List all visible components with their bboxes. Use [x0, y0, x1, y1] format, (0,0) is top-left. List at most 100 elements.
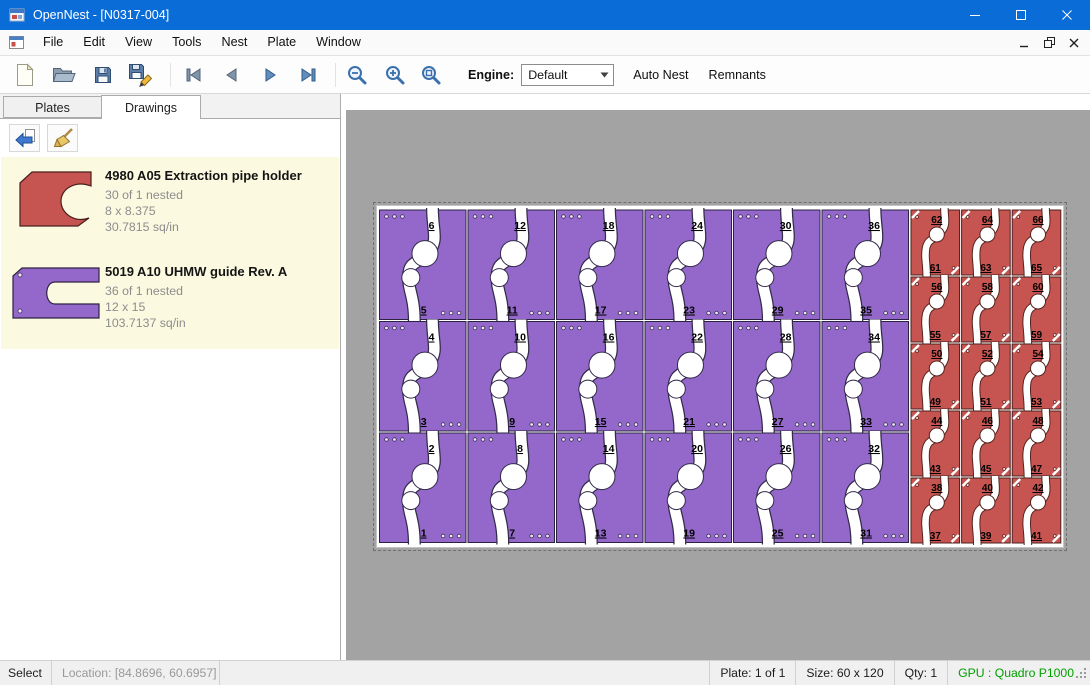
nest-cell-red[interactable]: 44 43 — [911, 409, 960, 478]
combo-dropdown-button[interactable] — [596, 65, 613, 85]
part-number[interactable]: 45 — [980, 464, 992, 475]
part-number[interactable]: 58 — [982, 282, 994, 293]
resize-grip[interactable] — [1076, 668, 1088, 683]
part-number[interactable]: 63 — [980, 263, 992, 274]
open-button[interactable] — [47, 59, 81, 91]
nest-cell-red[interactable]: 62 61 — [911, 208, 960, 277]
part-number[interactable]: 30 — [780, 220, 792, 232]
go-next-button[interactable] — [253, 59, 287, 91]
nest-cell-purple[interactable]: 30 29 — [734, 208, 821, 322]
zoom-out-button[interactable] — [340, 59, 374, 91]
nest-cell-purple[interactable]: 2019 — [645, 431, 732, 545]
nest-cell-purple[interactable]: 21 — [380, 431, 467, 545]
nest-cell-red[interactable]: 38 37 — [911, 476, 960, 545]
save-as-button[interactable] — [124, 59, 158, 91]
nest-cell-purple[interactable]: 1817 — [557, 208, 644, 322]
nest-cell-red[interactable]: 5049 — [911, 342, 960, 411]
part-number[interactable]: 15 — [595, 416, 607, 428]
part-number[interactable]: 53 — [1031, 397, 1043, 408]
part-number[interactable]: 36 — [868, 220, 880, 232]
new-button[interactable] — [8, 59, 42, 91]
part-number[interactable]: 31 — [860, 528, 872, 540]
go-last-button[interactable] — [291, 59, 325, 91]
part-number[interactable]: 64 — [982, 215, 994, 226]
part-number[interactable]: 22 — [691, 332, 703, 344]
nest-cell-red[interactable]: 54 53 — [1012, 342, 1061, 411]
part-number[interactable]: 57 — [980, 330, 992, 341]
nest-cell-red[interactable]: 64 63 — [962, 208, 1011, 277]
part-number[interactable]: 14 — [603, 443, 615, 455]
nest-cell-purple[interactable]: 32 31 — [822, 431, 909, 545]
part-number[interactable]: 17 — [595, 305, 607, 317]
part-number[interactable]: 16 — [603, 332, 615, 344]
part-number[interactable]: 39 — [980, 531, 992, 542]
menu-plate[interactable]: Plate — [257, 30, 306, 55]
plate[interactable]: 6512111817242330293635431091615222128273… — [376, 205, 1064, 548]
part-number[interactable]: 32 — [868, 443, 880, 455]
nest-cell-purple[interactable]: 87 — [468, 431, 555, 545]
part-number[interactable]: 27 — [772, 416, 784, 428]
go-previous-button[interactable] — [215, 59, 249, 91]
part-number[interactable]: 11 — [507, 305, 518, 317]
zoom-extents-button[interactable] — [414, 59, 448, 91]
part-number[interactable]: 10 — [514, 332, 526, 344]
nest-cell-purple[interactable]: 43 — [380, 320, 467, 434]
nest-cell-red[interactable]: 6665 — [1012, 208, 1061, 277]
nest-cell-red[interactable]: 4847 — [1012, 409, 1061, 478]
part-number[interactable]: 46 — [982, 416, 994, 427]
nest-cell-red[interactable]: 40 39 — [962, 476, 1011, 545]
part-number[interactable]: 38 — [931, 483, 943, 494]
nest-cell-red[interactable]: 4241 — [1012, 476, 1061, 545]
import-parts-button[interactable] — [9, 124, 40, 152]
part-number[interactable]: 65 — [1031, 263, 1043, 274]
part-number[interactable]: 62 — [931, 215, 943, 226]
nest-cell-purple[interactable]: 1211 — [468, 208, 555, 322]
tab-plates[interactable]: Plates — [3, 96, 102, 118]
mdi-restore-button[interactable] — [1038, 33, 1060, 53]
part-number[interactable]: 35 — [860, 305, 872, 317]
nest-cell-purple[interactable]: 2221 — [645, 320, 732, 434]
nest-cell-purple[interactable]: 3433 — [822, 320, 909, 434]
mdi-minimize-button[interactable] — [1013, 33, 1035, 53]
engine-combobox[interactable]: Default — [521, 64, 614, 86]
part-number[interactable]: 7 — [509, 528, 515, 540]
part-number[interactable]: 29 — [772, 305, 784, 317]
part-number[interactable]: 37 — [930, 531, 942, 542]
nest-cell-red[interactable]: 6059 — [1012, 275, 1061, 344]
part-number[interactable]: 54 — [1032, 349, 1044, 360]
part-number[interactable]: 59 — [1031, 330, 1043, 341]
part-number[interactable]: 25 — [772, 528, 784, 540]
part-number[interactable]: 18 — [603, 220, 615, 232]
part-number[interactable]: 55 — [930, 330, 942, 341]
part-number[interactable]: 40 — [982, 483, 994, 494]
nest-cell-purple[interactable]: 2423 — [645, 208, 732, 322]
auto-nest-button[interactable]: Auto Nest — [623, 61, 698, 89]
nest-cell-red[interactable]: 5251 — [962, 342, 1011, 411]
part-number[interactable]: 13 — [595, 528, 607, 540]
nest-cell-purple[interactable]: 2625 — [734, 431, 821, 545]
part-number[interactable]: 49 — [930, 397, 942, 408]
menu-nest[interactable]: Nest — [211, 30, 257, 55]
part-number[interactable]: 43 — [930, 464, 942, 475]
part-number[interactable]: 44 — [931, 416, 943, 427]
remnants-button[interactable]: Remnants — [699, 61, 776, 89]
go-first-button[interactable] — [177, 59, 211, 91]
zoom-in-button[interactable] — [378, 59, 412, 91]
menu-window[interactable]: Window — [306, 30, 371, 55]
part-number[interactable]: 4 — [429, 332, 435, 344]
part-number[interactable]: 33 — [860, 416, 872, 428]
nest-cell-purple[interactable]: 2827 — [734, 320, 821, 434]
part-number[interactable]: 51 — [980, 397, 992, 408]
part-number[interactable]: 24 — [691, 220, 703, 232]
nest-cell-purple[interactable]: 109 — [468, 320, 555, 434]
part-number[interactable]: 47 — [1031, 464, 1043, 475]
part-number[interactable]: 6 — [429, 220, 435, 232]
maximize-button[interactable] — [998, 0, 1044, 30]
part-number[interactable]: 19 — [683, 528, 695, 540]
part-number[interactable]: 42 — [1032, 483, 1044, 494]
nest-cell-red[interactable]: 46 45 — [962, 409, 1011, 478]
mdi-document-icon[interactable] — [9, 36, 24, 49]
part-number[interactable]: 1 — [421, 528, 427, 540]
part-number[interactable]: 61 — [930, 263, 942, 274]
list-item[interactable]: 4980 A05 Extraction pipe holder 30 of 1 … — [1, 157, 339, 253]
